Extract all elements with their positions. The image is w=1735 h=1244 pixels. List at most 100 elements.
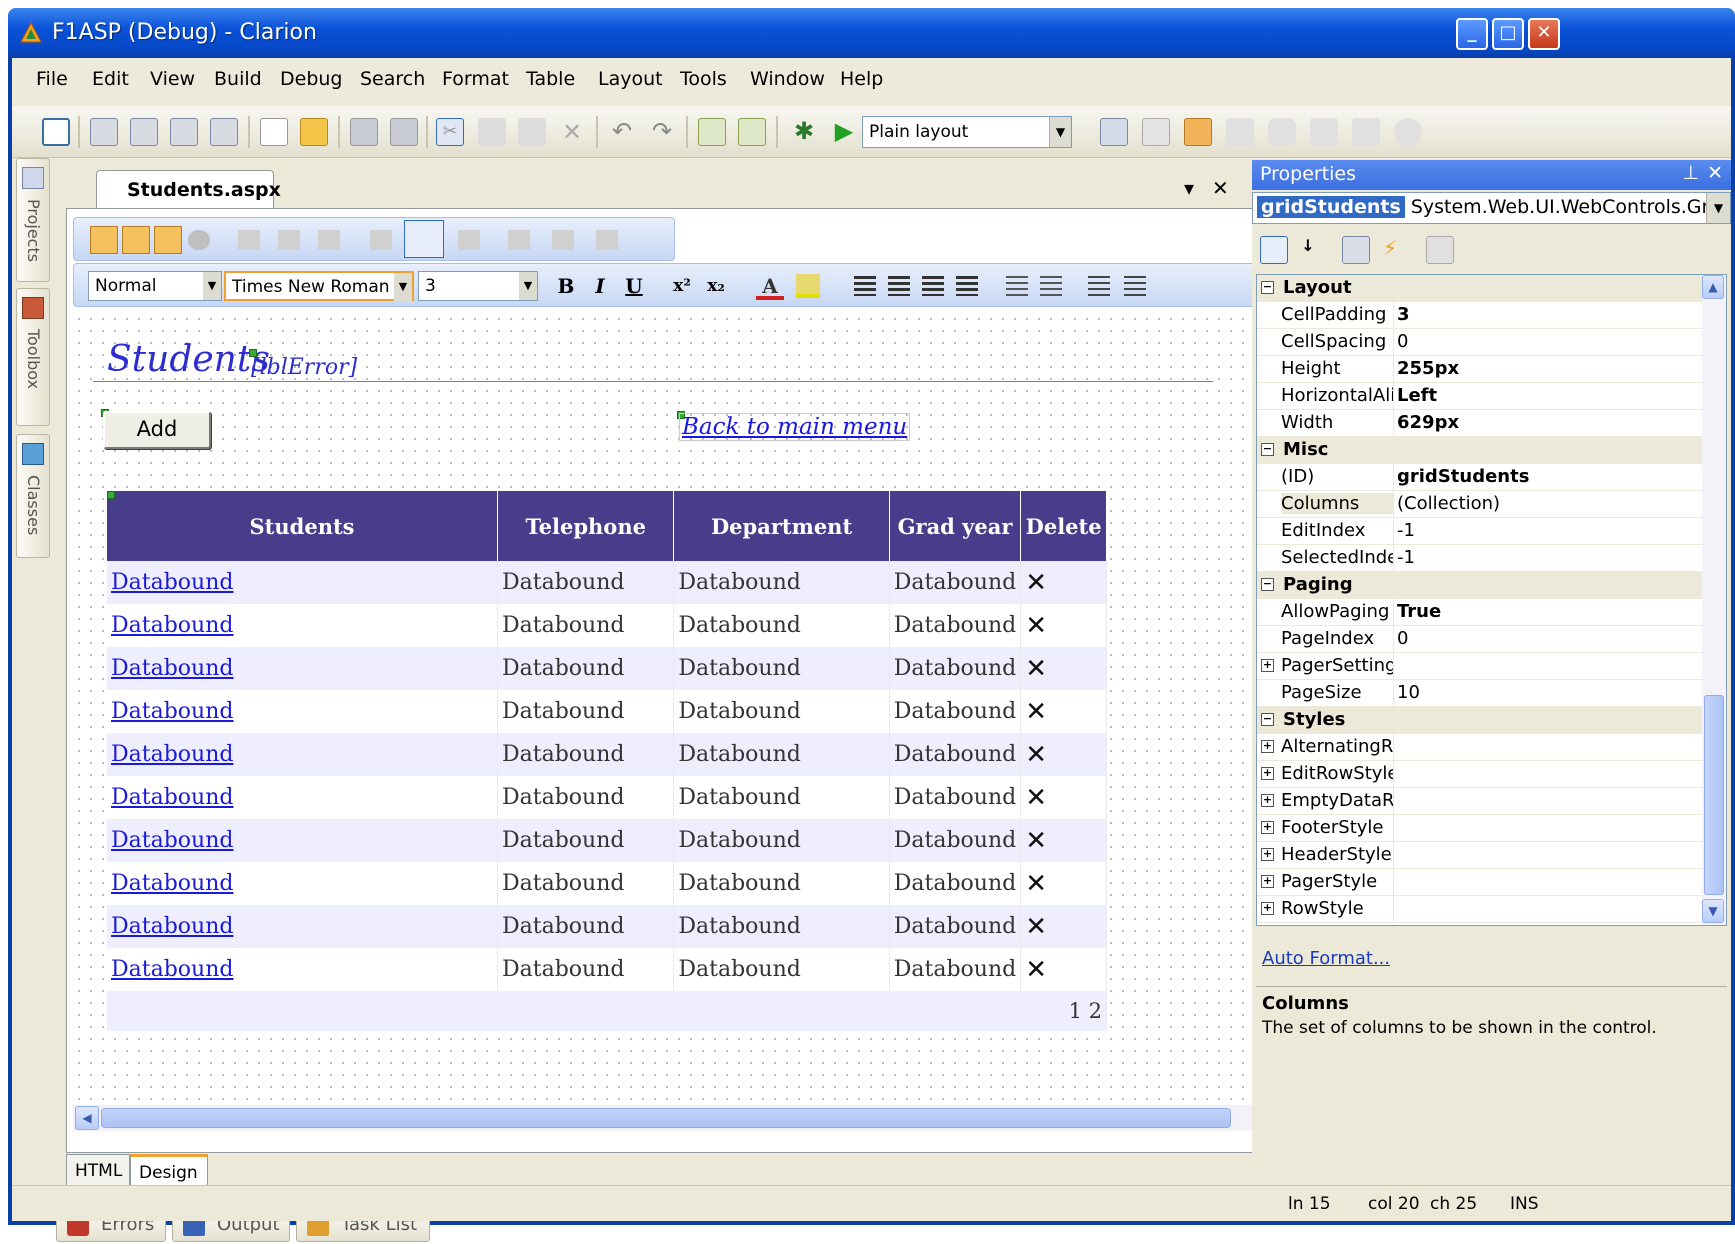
pin-icon[interactable]: ⊥	[1682, 162, 1699, 184]
redo-icon[interactable]: ↷	[648, 118, 676, 146]
delete-icon[interactable]: ✕	[1020, 604, 1107, 647]
events-lightning-icon[interactable]: ⚡	[1376, 236, 1404, 264]
menu-help[interactable]: Help	[840, 68, 883, 90]
close-document-icon[interactable]: ✕	[1212, 176, 1229, 200]
align-middle-icon[interactable]	[404, 220, 444, 258]
layout-mode-select[interactable]: Plain layout ▼	[862, 116, 1072, 148]
align-center-icon[interactable]	[278, 230, 300, 250]
property-value[interactable]: -1	[1397, 520, 1697, 541]
menu-build[interactable]: Build	[214, 68, 262, 90]
search-results-icon[interactable]	[1352, 118, 1380, 146]
collapse-icon[interactable]: −	[1261, 443, 1274, 456]
add-existing-icon[interactable]	[130, 118, 158, 146]
expand-icon[interactable]: +	[1261, 767, 1274, 780]
align-right-icon[interactable]	[318, 230, 340, 250]
design-surface[interactable]: Students [lblError] Add Back to main men…	[73, 313, 1329, 1105]
add-button[interactable]: Add	[103, 411, 211, 449]
bold-icon[interactable]: B	[552, 272, 580, 300]
font-name-select[interactable]: Times New Roman ▼	[224, 271, 414, 301]
document-tab[interactable]: Students.aspx	[96, 170, 281, 208]
categorized-icon[interactable]	[1260, 236, 1288, 264]
table-row[interactable]: Databound Databound Databound Databound ✕	[107, 690, 1107, 733]
property-row[interactable]: SelectedIndex-1	[1257, 545, 1704, 572]
properties-view-icon[interactable]	[1342, 236, 1370, 264]
property-grid-scrollbar[interactable]: ▲ ▼	[1702, 275, 1726, 925]
property-row[interactable]: Columns (Collection)	[1257, 491, 1704, 518]
property-value[interactable]: 0	[1397, 628, 1697, 649]
table-row[interactable]: Databound Databound Databound Databound ✕	[107, 733, 1107, 776]
properties-title-bar[interactable]: Properties ⊥ ✕	[1252, 160, 1731, 190]
delete-icon[interactable]: ✕	[1020, 690, 1107, 733]
student-link[interactable]: Databound	[107, 819, 499, 862]
delete-icon[interactable]: ✕	[1020, 561, 1107, 604]
paste-icon[interactable]	[518, 118, 546, 146]
lock-element-icon[interactable]	[188, 230, 210, 250]
students-gridview[interactable]: Students Telephone Department Grad year …	[107, 491, 1107, 1031]
delete-icon[interactable]: ✕	[558, 118, 586, 146]
document-list-chevron-icon[interactable]: ▾	[1184, 176, 1194, 200]
font-size-select[interactable]: 3 ▼	[418, 271, 538, 301]
property-value[interactable]: -1	[1397, 547, 1697, 568]
add-reference-icon[interactable]	[210, 118, 238, 146]
property-row[interactable]: HorizontalAlignLeft	[1257, 383, 1704, 410]
property-row[interactable]: + HeaderStyle	[1257, 842, 1704, 869]
property-category[interactable]: − Layout	[1257, 275, 1704, 302]
close-window-button[interactable]: ✕	[1528, 18, 1560, 50]
object-selector[interactable]: gridStudents System.Web.UI.WebControls.G…	[1252, 192, 1731, 224]
delete-icon[interactable]: ✕	[1020, 733, 1107, 776]
snap-to-grid-icon[interactable]	[122, 226, 150, 254]
save-icon[interactable]	[350, 118, 378, 146]
menu-edit[interactable]: Edit	[92, 68, 129, 90]
scroll-thumb[interactable]	[101, 1108, 1231, 1128]
close-panel-icon[interactable]: ✕	[1707, 162, 1723, 184]
debug-bug-icon[interactable]: ✱	[790, 118, 818, 146]
student-link[interactable]: Databound	[107, 905, 499, 948]
student-link[interactable]: Databound	[107, 948, 499, 991]
table-row[interactable]: Databound Databound Databound Databound ✕	[107, 561, 1107, 604]
run-play-icon[interactable]: ▶	[830, 118, 858, 146]
property-row[interactable]: + PagerSettings	[1257, 653, 1704, 680]
expand-icon[interactable]: +	[1261, 821, 1274, 834]
property-value[interactable]: 0	[1397, 331, 1697, 352]
find-icon[interactable]	[1100, 118, 1128, 146]
menu-view[interactable]: View	[150, 68, 195, 90]
scroll-thumb[interactable]	[1704, 695, 1724, 895]
column-header[interactable]: Delete	[1020, 491, 1107, 561]
minimize-button[interactable]: _	[1456, 18, 1488, 50]
property-row[interactable]: PageIndex 0	[1257, 626, 1704, 653]
chevron-down-icon[interactable]: ▼	[1049, 117, 1071, 147]
help-icon[interactable]	[1394, 118, 1422, 146]
property-value[interactable]: 629px	[1397, 412, 1697, 433]
outdent-icon[interactable]	[1088, 276, 1110, 296]
chevron-down-icon[interactable]: ▼	[203, 272, 221, 300]
expand-icon[interactable]: +	[1261, 902, 1274, 915]
bulleted-list-icon[interactable]	[1006, 276, 1028, 296]
delete-icon[interactable]: ✕	[1020, 819, 1107, 862]
make-same-size-icon[interactable]	[596, 230, 618, 250]
menu-search[interactable]: Search	[360, 68, 425, 90]
table-row[interactable]: Databound Databound Databound Databound ✕	[107, 948, 1107, 991]
menu-file[interactable]: File	[36, 68, 68, 90]
property-category[interactable]: − Styles	[1257, 707, 1704, 734]
property-value[interactable]: gridStudents	[1397, 466, 1697, 487]
property-row[interactable]: (ID) gridStudents	[1257, 464, 1704, 491]
student-link[interactable]: Databound	[107, 561, 499, 604]
expand-icon[interactable]: +	[1261, 794, 1274, 807]
chevron-down-icon[interactable]: ▼	[394, 273, 412, 301]
expand-icon[interactable]: +	[1261, 659, 1274, 672]
column-header[interactable]: Students	[107, 491, 499, 561]
menu-layout[interactable]: Layout	[598, 68, 663, 90]
italic-icon[interactable]: I	[586, 272, 614, 300]
collapse-icon[interactable]: −	[1261, 281, 1274, 294]
new-project-icon[interactable]	[42, 118, 70, 146]
expand-icon[interactable]: +	[1261, 740, 1274, 753]
undo-icon[interactable]: ↶	[608, 118, 636, 146]
student-link[interactable]: Databound	[107, 776, 499, 819]
property-row[interactable]: Height 255px	[1257, 356, 1704, 383]
property-row[interactable]: PageSize 10	[1257, 680, 1704, 707]
classes-toggle-icon[interactable]	[1310, 118, 1338, 146]
property-value[interactable]: 255px	[1397, 358, 1697, 379]
property-row[interactable]: + PagerStyle	[1257, 869, 1704, 896]
back-to-main-menu-link[interactable]: Back to main menu	[679, 413, 911, 441]
chevron-down-icon[interactable]: ▼	[1706, 193, 1730, 223]
